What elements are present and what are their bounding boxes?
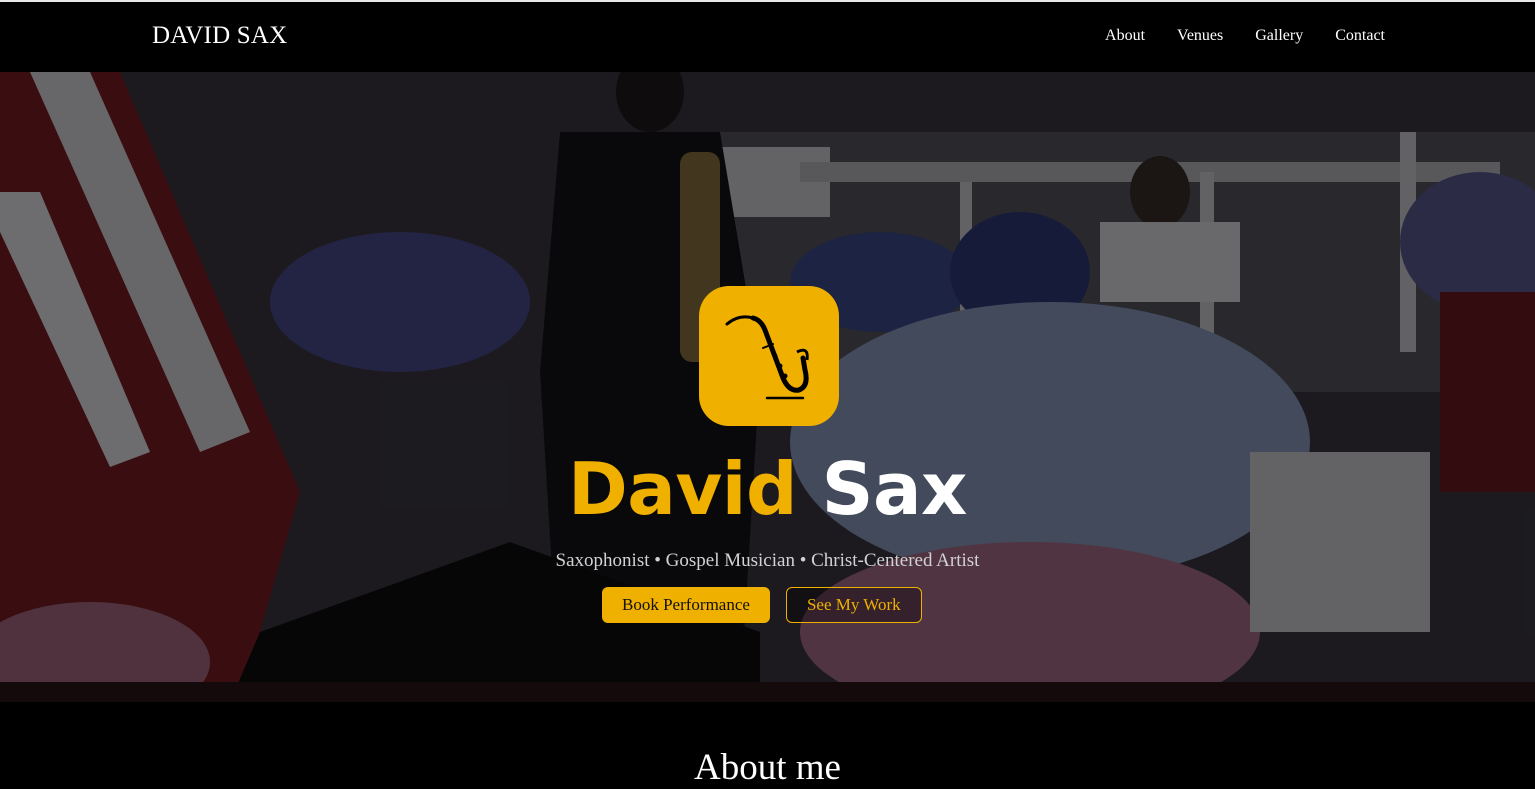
about-title: About me <box>694 747 841 788</box>
hero-section: David Sax Saxophonist • Gospel Musician … <box>0 72 1535 702</box>
nav-links: About Venues Gallery Contact <box>1105 27 1385 45</box>
about-section: About me <box>0 702 1535 788</box>
nav-link-gallery[interactable]: Gallery <box>1255 27 1303 45</box>
hero-buttons: Book Performance See My Work <box>602 587 922 623</box>
see-my-work-button[interactable]: See My Work <box>785 587 922 623</box>
saxophone-icon <box>725 315 809 400</box>
book-performance-button[interactable]: Book Performance <box>602 587 770 623</box>
navbar: DAVID SAX About Venues Gallery Contact <box>0 2 1535 72</box>
logo-badge <box>699 286 839 426</box>
hero-title-first: David <box>568 447 798 531</box>
nav-link-contact[interactable]: Contact <box>1335 27 1385 45</box>
hero-title: David Sax <box>0 444 1535 534</box>
nav-link-venues[interactable]: Venues <box>1177 27 1223 45</box>
hero-tagline: Saxophonist • Gospel Musician • Christ-C… <box>555 550 980 571</box>
hero-title-last: Sax <box>821 447 968 531</box>
brand-logo-text[interactable]: DAVID SAX <box>152 22 287 50</box>
nav-link-about[interactable]: About <box>1105 27 1145 45</box>
